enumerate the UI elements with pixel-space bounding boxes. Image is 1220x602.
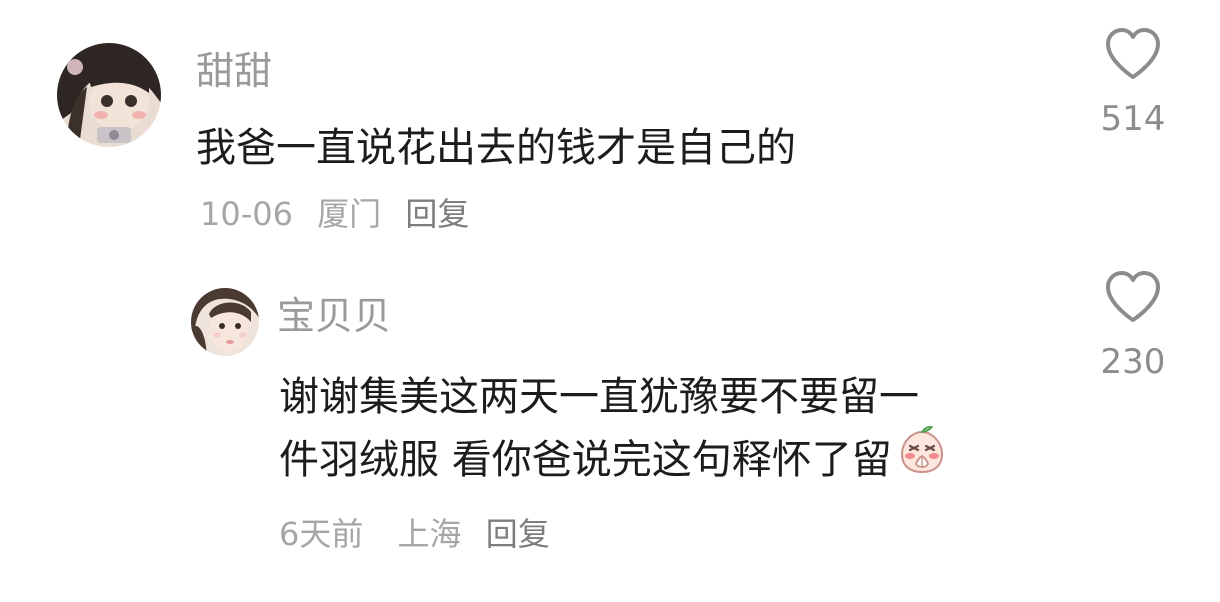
- comment-text-line-content: 件羽绒服 看你爸说完这句释怀了留: [279, 437, 892, 483]
- comment-location: 上海: [397, 515, 462, 553]
- comment-text: 我爸一直说花出去的钱才是自己的: [196, 117, 796, 179]
- comment-meta: 6天前 上海 回复: [279, 514, 550, 554]
- comment-text-line: 谢谢集美这两天一直犹豫要不要留一: [279, 374, 919, 420]
- heart-outline-icon: [1106, 271, 1160, 322]
- like-count: 514: [1100, 99, 1166, 139]
- peach-praying-emoji: [898, 424, 946, 492]
- avatar[interactable]: [191, 288, 259, 356]
- comment-text: 谢谢集美这两天一直犹豫要不要留一 件羽绒服 看你爸说完这句释怀了留: [279, 366, 946, 496]
- reply-button[interactable]: 回复: [486, 514, 550, 554]
- heart-outline-icon: [1106, 28, 1160, 79]
- comment-date: 10-06: [200, 195, 293, 233]
- reply-button[interactable]: 回复: [405, 194, 469, 234]
- comment-text-line: 件羽绒服 看你爸说完这句释怀了留: [279, 426, 946, 496]
- comment-location: 厦门: [317, 195, 382, 233]
- comment-text-line: 我爸一直说花出去的钱才是自己的: [196, 125, 796, 171]
- like-button[interactable]: 514: [1088, 27, 1178, 139]
- comment-date: 6天前: [279, 515, 364, 553]
- like-button[interactable]: 230: [1088, 270, 1178, 382]
- avatar[interactable]: [57, 43, 161, 147]
- like-count: 230: [1100, 342, 1166, 382]
- comment-username[interactable]: 甜甜: [196, 48, 272, 94]
- comment-meta: 10-06 厦门 回复: [200, 194, 469, 234]
- comment-username[interactable]: 宝贝贝: [277, 293, 391, 339]
